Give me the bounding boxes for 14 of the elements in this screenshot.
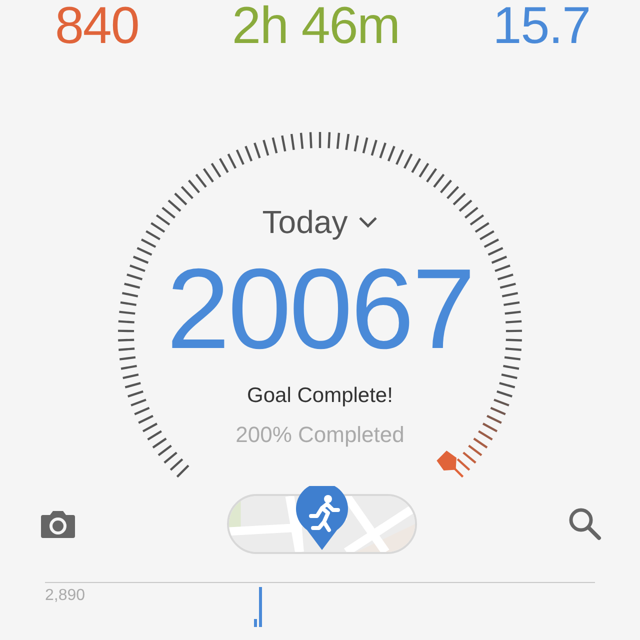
stat-value: 2h 46m	[232, 0, 400, 52]
step-count: 20067	[166, 250, 474, 370]
camera-icon[interactable]	[40, 509, 76, 539]
runner-pin-icon	[295, 486, 349, 552]
period-dropdown[interactable]: Today	[262, 200, 378, 244]
gauge-marker	[436, 450, 456, 470]
stat-value: 840	[55, 0, 139, 52]
step-bars-drawing	[254, 587, 262, 627]
stat-value: 15.7	[492, 0, 590, 52]
goal-status: Goal Complete!	[247, 384, 393, 408]
search-icon[interactable]	[568, 507, 602, 541]
axis-label: 2,890	[45, 587, 86, 605]
chevron-icon	[358, 216, 378, 228]
completion-percent: 200% Completed	[236, 422, 404, 448]
